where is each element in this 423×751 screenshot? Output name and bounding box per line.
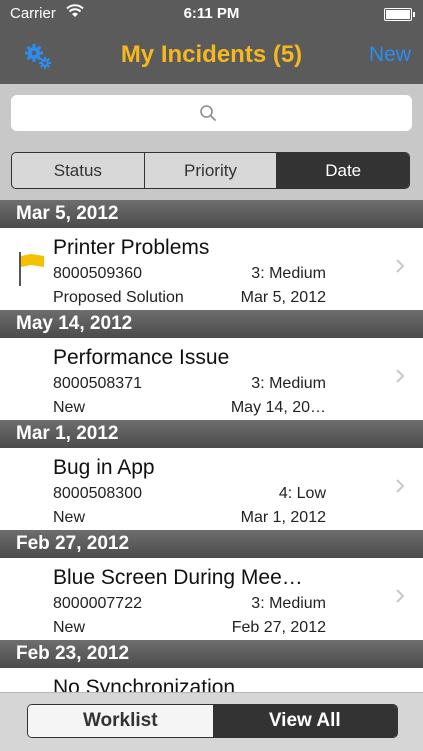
incident-priority: 3: Medium	[251, 595, 326, 612]
flag-icon	[19, 252, 44, 286]
section-date: Feb 27, 2012	[16, 533, 130, 554]
incident-row[interactable]: Blue Screen During Mee… 8000007722 3: Me…	[0, 558, 423, 640]
incident-status: Proposed Solution	[53, 289, 184, 306]
incident-title: Performance Issue	[53, 346, 230, 369]
view-all-tab[interactable]: View All	[212, 705, 397, 737]
section-header: Feb 27, 2012	[0, 530, 423, 558]
incident-row[interactable]: Printer Problems 8000509360 3: Medium Pr…	[0, 228, 423, 310]
incident-status: New	[53, 399, 86, 416]
chevron-right-icon	[396, 589, 405, 603]
chevron-right-icon	[396, 369, 405, 383]
chevron-right-icon	[396, 259, 405, 273]
incident-id: 8000509360	[53, 265, 142, 282]
incident-row[interactable]: Bug in App 8000508300 4: Low New Mar 1, …	[0, 448, 423, 530]
sort-priority-tab[interactable]: Priority	[145, 153, 278, 188]
sort-date-tab[interactable]: Date	[277, 153, 409, 188]
section-header: May 14, 2012	[0, 310, 423, 338]
bottom-toolbar: Worklist View All	[0, 692, 423, 751]
status-time: 6:11 PM	[183, 5, 240, 22]
section-header: Mar 5, 2012	[0, 200, 423, 228]
incident-status: New	[53, 619, 86, 636]
section-header: Feb 23, 2012	[0, 640, 423, 668]
incident-date: Mar 1, 2012	[240, 509, 326, 526]
incident-id: 8000508371	[53, 375, 142, 392]
incident-list[interactable]: Mar 5, 2012 Printer Problems 8000509360 …	[0, 200, 423, 692]
incident-row[interactable]: No Synchronization	[0, 668, 423, 692]
incident-date: May 14, 20…	[230, 399, 326, 416]
incident-priority: 3: Medium	[251, 265, 326, 282]
battery-icon	[384, 8, 415, 21]
incident-title: No Synchronization	[53, 676, 236, 692]
navigation-bar: My Incidents (5) New	[0, 28, 423, 84]
worklist-segmented-control: Worklist View All	[27, 704, 398, 738]
incident-id: 8000508300	[53, 485, 142, 502]
new-incident-button[interactable]: New	[369, 43, 411, 67]
incident-title: Bug in App	[53, 456, 155, 479]
chevron-right-icon	[396, 479, 405, 493]
status-bar: Carrier 6:11 PM	[0, 0, 423, 28]
incident-row[interactable]: Performance Issue 8000508371 3: Medium N…	[0, 338, 423, 420]
section-date: May 14, 2012	[16, 313, 133, 334]
section-date: Mar 5, 2012	[16, 203, 119, 224]
search-input[interactable]	[11, 95, 412, 131]
section-header: Mar 1, 2012	[0, 420, 423, 448]
incident-date: Mar 5, 2012	[240, 289, 326, 306]
incident-priority: 4: Low	[278, 485, 326, 502]
incident-id: 8000007722	[53, 595, 142, 612]
section-date: Feb 23, 2012	[16, 643, 130, 664]
incident-title: Printer Problems	[53, 236, 210, 259]
search-area	[0, 84, 423, 146]
incident-title: Blue Screen During Mee…	[53, 566, 303, 589]
section-date: Mar 1, 2012	[16, 423, 119, 444]
search-icon	[200, 105, 216, 121]
sort-segmented-control: Status Priority Date	[11, 152, 410, 189]
incident-priority: 3: Medium	[251, 375, 326, 392]
worklist-tab[interactable]: Worklist	[28, 705, 213, 737]
sort-control-area: Status Priority Date	[0, 146, 423, 200]
incident-status: New	[53, 509, 86, 526]
sort-status-tab[interactable]: Status	[12, 153, 145, 188]
incident-date: Feb 27, 2012	[231, 619, 326, 636]
page-title: My Incidents (5)	[120, 41, 303, 68]
